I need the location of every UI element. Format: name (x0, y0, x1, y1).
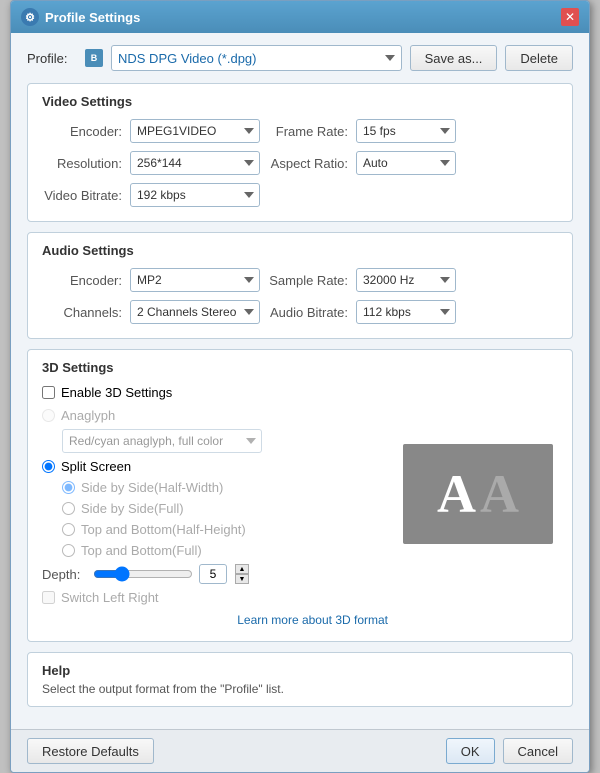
profile-icon: B (85, 49, 103, 67)
encoder-label: Encoder: (42, 124, 122, 139)
resolution-select[interactable]: 256*144 (130, 151, 260, 175)
title-bar-left: ⚙ Profile Settings (21, 8, 140, 26)
audio-encoder-row: Encoder: MP2 Sample Rate: 32000 Hz (42, 268, 558, 292)
enable-3d-row: Enable 3D Settings (42, 385, 388, 400)
anaglyph-radio[interactable] (42, 409, 55, 422)
profile-select[interactable]: NDS DPG Video (*.dpg) (111, 45, 402, 71)
anaglyph-label: Anaglyph (61, 408, 115, 423)
audio-bitrate-select[interactable]: 112 kbps (356, 300, 456, 324)
depth-down-button[interactable]: ▼ (235, 574, 249, 584)
video-encoder-row: Encoder: MPEG1VIDEO Frame Rate: 15 fps (42, 119, 558, 143)
video-encoder-select[interactable]: MPEG1VIDEO (130, 119, 260, 143)
side-by-side-full-label: Side by Side(Full) (81, 501, 184, 516)
split-screen-row: Split Screen (42, 459, 388, 474)
switch-left-right-row: Switch Left Right (42, 590, 388, 605)
top-bottom-half-label: Top and Bottom(Half-Height) (81, 522, 246, 537)
channels-row: Channels: 2 Channels Stereo Audio Bitrat… (42, 300, 558, 324)
anaglyph-type-select[interactable]: Red/cyan anaglyph, full color (62, 429, 262, 453)
enable-3d-checkbox[interactable] (42, 386, 55, 399)
close-button[interactable]: ✕ (561, 8, 579, 26)
preview-box: A A (403, 444, 553, 544)
depth-spinner: ▲ ▼ (235, 564, 249, 584)
channels-select[interactable]: 2 Channels Stereo (130, 300, 260, 324)
preview-a-right: A (480, 463, 519, 525)
depth-input[interactable] (199, 564, 227, 584)
dialog-title: Profile Settings (45, 10, 140, 25)
threed-settings-left: 3D Settings Enable 3D Settings Anaglyph … (42, 360, 388, 627)
frame-rate-select[interactable]: 15 fps (356, 119, 456, 143)
resolution-row: Resolution: 256*144 Aspect Ratio: Auto (42, 151, 558, 175)
side-by-side-full-row: Side by Side(Full) (42, 501, 388, 516)
video-bitrate-row: Video Bitrate: 192 kbps (42, 183, 558, 207)
ok-button[interactable]: OK (446, 738, 495, 764)
threed-preview: A A (398, 360, 558, 627)
top-bottom-full-label: Top and Bottom(Full) (81, 543, 202, 558)
top-bottom-full-row: Top and Bottom(Full) (42, 543, 388, 558)
side-by-side-half-label: Side by Side(Half-Width) (81, 480, 223, 495)
save-as-button[interactable]: Save as... (410, 45, 498, 71)
profile-label: Profile: (27, 51, 77, 66)
switch-left-right-label[interactable]: Switch Left Right (61, 590, 159, 605)
side-by-side-half-radio[interactable] (62, 481, 75, 494)
dialog-footer: Restore Defaults OK Cancel (11, 729, 589, 772)
video-bitrate-label: Video Bitrate: (42, 188, 122, 203)
audio-settings-section: Audio Settings Encoder: MP2 Sample Rate:… (27, 232, 573, 339)
restore-defaults-button[interactable]: Restore Defaults (27, 738, 154, 764)
video-settings-section: Video Settings Encoder: MPEG1VIDEO Frame… (27, 83, 573, 222)
anaglyph-sub-row: Red/cyan anaglyph, full color (42, 429, 388, 453)
depth-label: Depth: (42, 567, 87, 582)
top-bottom-full-radio[interactable] (62, 544, 75, 557)
depth-up-button[interactable]: ▲ (235, 564, 249, 574)
learn-more-link[interactable]: Learn more about 3D format (237, 613, 388, 627)
anaglyph-row: Anaglyph (42, 408, 388, 423)
app-icon: ⚙ (21, 8, 39, 26)
top-bottom-half-row: Top and Bottom(Half-Height) (42, 522, 388, 537)
split-screen-label: Split Screen (61, 459, 131, 474)
aspect-ratio-select[interactable]: Auto (356, 151, 456, 175)
audio-encoder-label: Encoder: (42, 273, 122, 288)
audio-settings-title: Audio Settings (42, 243, 558, 258)
video-settings-title: Video Settings (42, 94, 558, 109)
dialog-body: Profile: B NDS DPG Video (*.dpg) Save as… (11, 33, 589, 729)
sample-rate-select[interactable]: 32000 Hz (356, 268, 456, 292)
audio-bitrate-label: Audio Bitrate: (268, 305, 348, 320)
switch-left-right-checkbox[interactable] (42, 591, 55, 604)
depth-row: Depth: ▲ ▼ (42, 564, 388, 584)
sample-rate-label: Sample Rate: (268, 273, 348, 288)
channels-label: Channels: (42, 305, 122, 320)
aspect-ratio-label: Aspect Ratio: (268, 156, 348, 171)
profile-row: Profile: B NDS DPG Video (*.dpg) Save as… (27, 45, 573, 71)
side-by-side-full-radio[interactable] (62, 502, 75, 515)
threed-settings-section: 3D Settings Enable 3D Settings Anaglyph … (27, 349, 573, 642)
depth-slider[interactable] (93, 566, 193, 582)
delete-button[interactable]: Delete (505, 45, 573, 71)
preview-a-left: A (437, 463, 476, 525)
cancel-button[interactable]: Cancel (503, 738, 573, 764)
audio-encoder-select[interactable]: MP2 (130, 268, 260, 292)
title-bar: ⚙ Profile Settings ✕ (11, 1, 589, 33)
footer-right: OK Cancel (446, 738, 573, 764)
resolution-label: Resolution: (42, 156, 122, 171)
profile-settings-dialog: ⚙ Profile Settings ✕ Profile: B NDS DPG … (10, 0, 590, 773)
frame-rate-label: Frame Rate: (268, 124, 348, 139)
preview-aa-display: A A (437, 463, 519, 525)
side-by-side-half-row: Side by Side(Half-Width) (42, 480, 388, 495)
help-title: Help (42, 663, 558, 678)
top-bottom-half-radio[interactable] (62, 523, 75, 536)
video-bitrate-select[interactable]: 192 kbps (130, 183, 260, 207)
help-section: Help Select the output format from the "… (27, 652, 573, 707)
help-text: Select the output format from the "Profi… (42, 682, 558, 696)
threed-settings-title: 3D Settings (42, 360, 388, 375)
split-screen-radio[interactable] (42, 460, 55, 473)
learn-more-row: Learn more about 3D format (42, 613, 388, 627)
enable-3d-label[interactable]: Enable 3D Settings (61, 385, 172, 400)
